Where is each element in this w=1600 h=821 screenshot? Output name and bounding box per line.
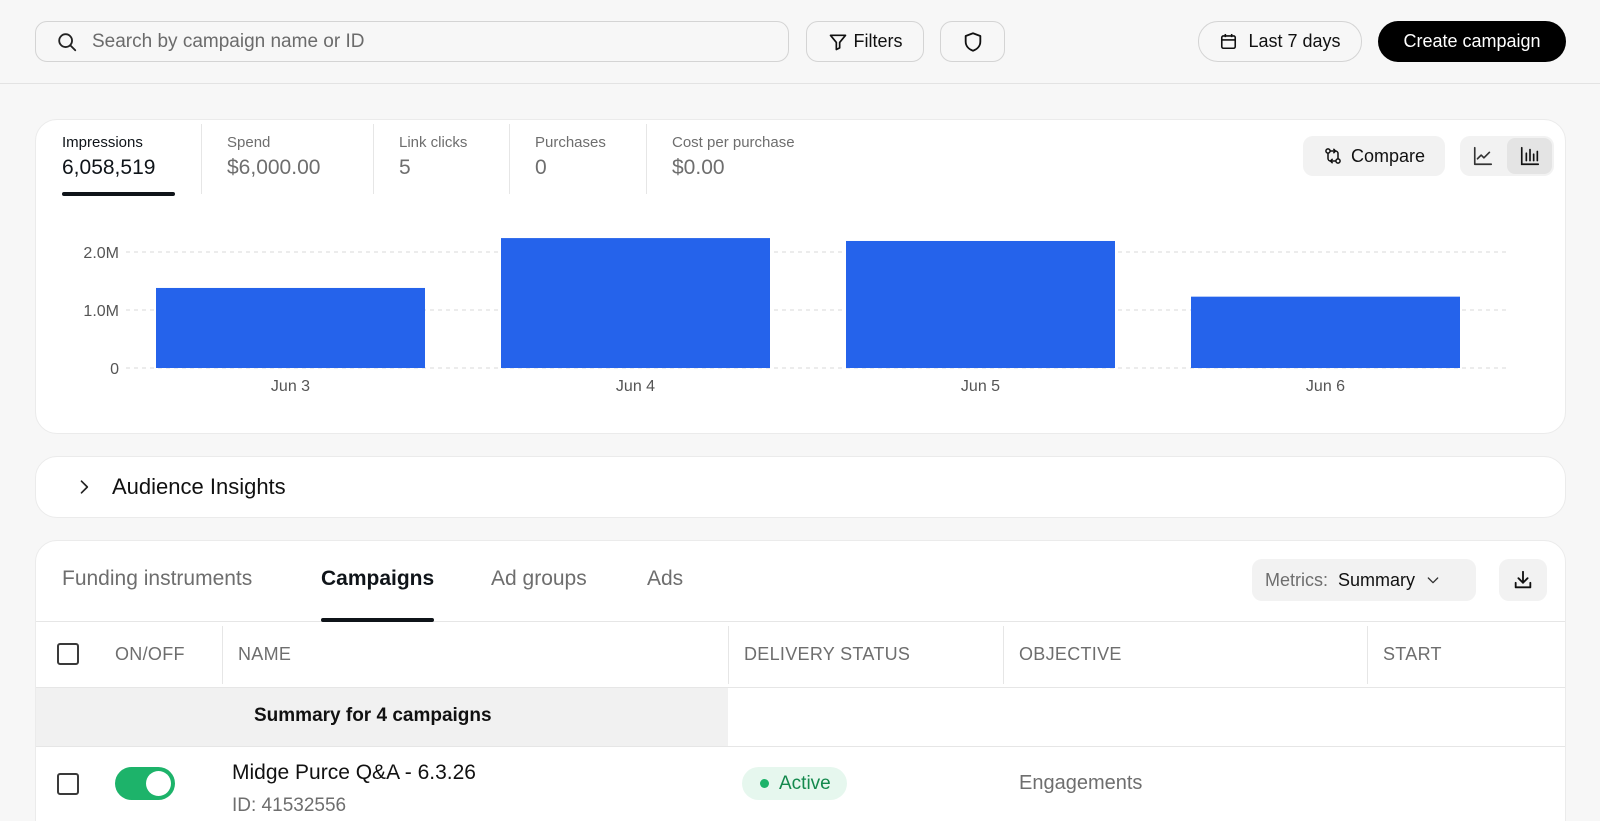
- metric-label: Spend: [227, 134, 271, 151]
- x-tick-label: Jun 6: [1306, 378, 1345, 395]
- column-header-name[interactable]: NAME: [238, 644, 291, 665]
- y-tick-label: 2.0M: [83, 245, 119, 262]
- column-header-onoff[interactable]: ON/OFF: [115, 644, 185, 665]
- metric-impressions[interactable]: Impressions 6,058,519: [62, 134, 176, 196]
- campaign-name-link[interactable]: Midge Purce Q&A - 6.3.26: [232, 761, 476, 785]
- metric-value: 0: [535, 156, 547, 179]
- search-icon: [58, 32, 77, 51]
- summary-row: Summary for 4 campaigns: [36, 688, 1565, 747]
- bar-jun-5: [846, 240, 1115, 368]
- impressions-bar-chart: 0 1.0M 2.0M Jun 3 Jun 4 Jun 5 Jun 6: [83, 238, 1506, 395]
- campaign-id: ID: 41532556: [232, 795, 347, 816]
- metric-value: $6,000.00: [227, 156, 321, 179]
- top-bar: Filters Last 7 days Create campaign: [0, 0, 1600, 84]
- metric-spend[interactable]: Spend $6,000.00: [227, 134, 320, 196]
- tab-funding-instruments[interactable]: Funding instruments: [62, 567, 252, 622]
- filters-label: Filters: [853, 31, 903, 51]
- line-chart-icon: [1473, 146, 1492, 166]
- select-all-checkbox[interactable]: [57, 643, 79, 665]
- download-icon: [1514, 570, 1532, 589]
- compare-label: Compare: [1350, 145, 1426, 166]
- x-tick-label: Jun 5: [961, 378, 1000, 395]
- chevron-right-icon: [80, 480, 89, 494]
- search-input[interactable]: [92, 30, 732, 53]
- campaign-objective: Engagements: [1019, 772, 1143, 794]
- metric-label: Purchases: [535, 134, 606, 151]
- bar-jun-4: [501, 238, 770, 368]
- column-divider: [728, 626, 729, 684]
- status-dot: [760, 779, 769, 788]
- audience-insights-title: Audience Insights: [112, 474, 286, 499]
- status-label: Active: [779, 772, 831, 794]
- metrics-dropdown-value: Summary: [1338, 569, 1416, 590]
- column-header-delivery-status[interactable]: DELIVERY STATUS: [744, 644, 910, 665]
- safety-button[interactable]: [940, 21, 1005, 62]
- metric-purchases[interactable]: Purchases 0: [535, 134, 606, 196]
- row-checkbox[interactable]: [57, 773, 79, 795]
- metric-divider: [201, 124, 202, 194]
- create-campaign-button[interactable]: Create campaign: [1378, 21, 1566, 62]
- compare-icon: [1325, 148, 1341, 164]
- filters-button[interactable]: Filters: [806, 21, 924, 62]
- metric-divider: [373, 124, 374, 194]
- metric-value: $0.00: [672, 156, 725, 179]
- metric-label: Impressions: [62, 134, 143, 151]
- y-tick-label: 0: [110, 361, 119, 378]
- column-divider: [1003, 626, 1004, 684]
- download-button[interactable]: [1499, 559, 1547, 601]
- bar-jun-6: [1191, 296, 1460, 368]
- status-badge: Active: [742, 767, 847, 800]
- metrics-dropdown[interactable]: Metrics: Summary: [1252, 559, 1476, 601]
- chevron-down-icon: [1427, 577, 1439, 584]
- compare-button[interactable]: Compare: [1303, 136, 1445, 176]
- date-range-button[interactable]: Last 7 days: [1198, 21, 1362, 62]
- column-divider: [1367, 626, 1368, 684]
- calendar-icon: [1221, 33, 1237, 50]
- column-header-objective[interactable]: OBJECTIVE: [1019, 644, 1122, 665]
- campaign-on-off-toggle[interactable]: [115, 767, 175, 800]
- x-tick-label: Jun 3: [271, 378, 310, 395]
- column-header-start[interactable]: START: [1383, 644, 1442, 665]
- search-box[interactable]: [35, 21, 789, 62]
- tab-ad-groups[interactable]: Ad groups: [491, 567, 587, 622]
- metric-divider: [509, 124, 510, 194]
- metric-value: 6,058,519: [62, 156, 156, 179]
- audience-insights-panel[interactable]: Audience Insights: [35, 456, 1566, 518]
- metrics-chart-card: Impressions 6,058,519 Spend $6,000.00 Li…: [35, 119, 1566, 434]
- table-header: ON/OFF NAME DELIVERY STATUS OBJECTIVE ST…: [36, 622, 1565, 688]
- column-divider: [222, 626, 223, 684]
- line-chart-view-button[interactable]: [1460, 138, 1505, 174]
- shield-icon: [964, 31, 981, 52]
- metric-cost-per-purchase[interactable]: Cost per purchase $0.00: [672, 134, 795, 196]
- chart-view-toggle: [1460, 136, 1554, 176]
- bar-chart-icon: [1520, 146, 1539, 166]
- bar-chart-view-button[interactable]: [1507, 138, 1552, 174]
- metric-link-clicks[interactable]: Link clicks 5: [399, 134, 467, 196]
- campaigns-table-card: Funding instruments Campaigns Ad groups …: [35, 540, 1566, 821]
- date-range-label: Last 7 days: [1248, 31, 1341, 51]
- table-row: Midge Purce Q&A - 6.3.26 ID: 41532556 Ac…: [36, 747, 1565, 821]
- y-tick-label: 1.0M: [83, 303, 119, 320]
- metric-label: Link clicks: [399, 134, 468, 151]
- tab-ads[interactable]: Ads: [647, 567, 683, 622]
- filter-icon: [829, 34, 846, 50]
- metric-divider: [646, 124, 647, 194]
- entity-tabs: Funding instruments Campaigns Ad groups …: [36, 541, 1565, 622]
- summary-label: Summary for 4 campaigns: [254, 705, 492, 726]
- toggle-knob: [146, 771, 171, 796]
- metric-value: 5: [399, 156, 411, 179]
- metrics-dropdown-label: Metrics:: [1265, 569, 1328, 590]
- metric-label: Cost per purchase: [672, 134, 795, 151]
- bar-jun-3: [156, 287, 425, 368]
- tab-campaigns[interactable]: Campaigns: [321, 567, 435, 622]
- x-tick-label: Jun 4: [616, 378, 655, 395]
